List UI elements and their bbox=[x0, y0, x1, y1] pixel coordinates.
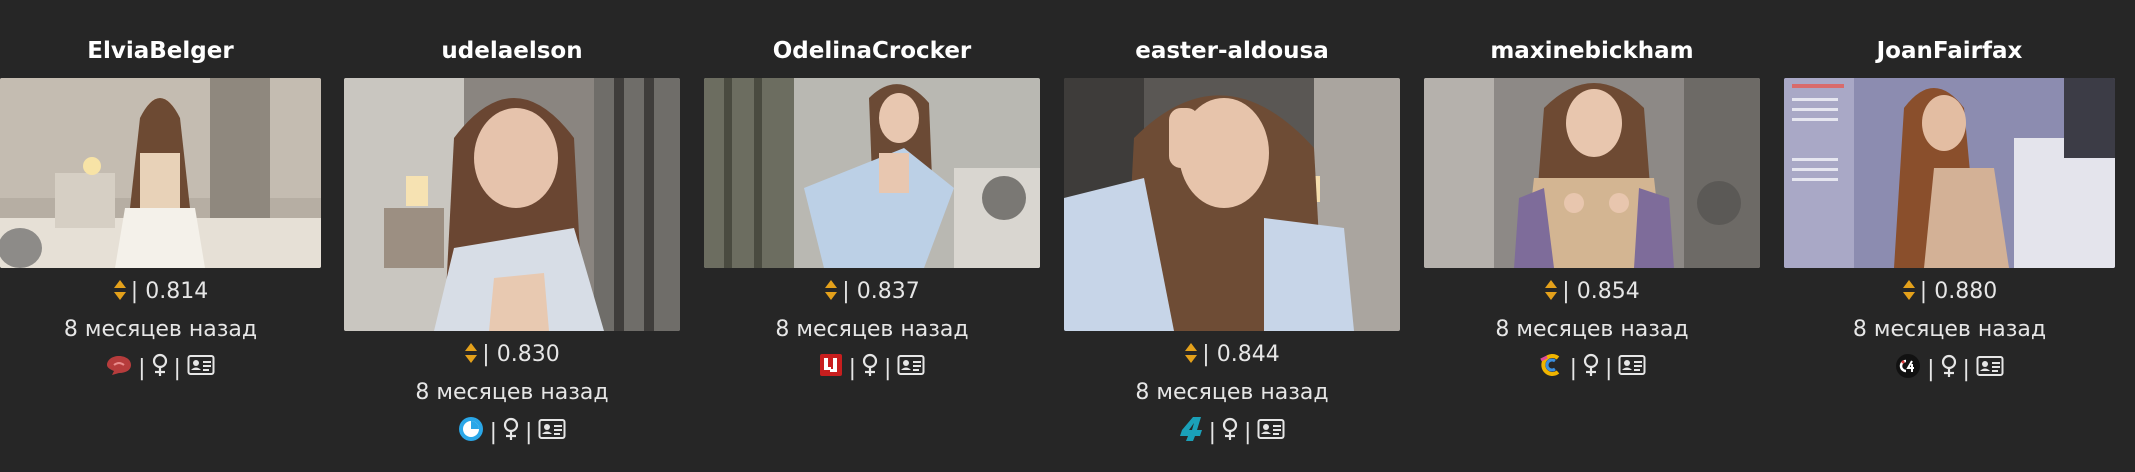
sort-icon[interactable] bbox=[464, 342, 478, 364]
model-thumbnail[interactable] bbox=[1784, 78, 2115, 268]
rainbow-c-logo-icon[interactable] bbox=[1538, 353, 1564, 383]
rating-score: | 0.880 bbox=[1784, 279, 2115, 304]
sort-icon[interactable] bbox=[1184, 342, 1198, 364]
time-ago: 8 месяцев назад bbox=[1852, 317, 2047, 342]
model-username[interactable]: OdelinaCrocker bbox=[704, 38, 1040, 64]
red-square-logo-icon[interactable] bbox=[819, 353, 843, 383]
model-thumbnail[interactable] bbox=[1424, 78, 1760, 268]
score-value: 0.814 bbox=[145, 279, 209, 304]
model-username[interactable]: ElviaBelger bbox=[0, 38, 321, 64]
sort-icon[interactable] bbox=[1544, 279, 1558, 301]
model-username[interactable]: easter-aldousa bbox=[1064, 38, 1400, 64]
time-ago: 8 месяцев назад bbox=[415, 380, 609, 405]
female-icon bbox=[503, 417, 519, 447]
score-value: 0.837 bbox=[856, 279, 920, 304]
model-username[interactable]: maxinebickham bbox=[1424, 38, 1760, 64]
card-icon-row: | | bbox=[1784, 353, 2115, 385]
model-username[interactable]: udelaelson bbox=[344, 38, 680, 64]
rating-score: | 0.844 bbox=[1064, 342, 1400, 367]
rating-score: | 0.830 bbox=[344, 342, 680, 367]
female-icon bbox=[1941, 354, 1957, 384]
rating-score: | 0.854 bbox=[1424, 279, 1760, 304]
id-card-icon[interactable] bbox=[897, 354, 925, 382]
score-value: 0.880 bbox=[1934, 279, 1998, 304]
female-icon bbox=[1583, 353, 1599, 383]
sort-icon[interactable] bbox=[1902, 279, 1916, 301]
model-thumbnail[interactable] bbox=[0, 78, 321, 268]
time-ago: 8 месяцев назад bbox=[1135, 380, 1329, 405]
rating-score: | 0.814 bbox=[0, 279, 321, 304]
id-card-icon[interactable] bbox=[1976, 355, 2004, 383]
card-icon-row: | | bbox=[344, 416, 680, 448]
model-card-row: ElviaBelger | 0.814 8 месяцев назад | | … bbox=[0, 0, 2135, 472]
female-icon bbox=[862, 353, 878, 383]
id-card-icon[interactable] bbox=[538, 418, 566, 446]
female-icon bbox=[1222, 417, 1238, 447]
score-value: 0.844 bbox=[1216, 342, 1280, 367]
model-thumbnail[interactable] bbox=[344, 78, 680, 331]
id-card-icon[interactable] bbox=[1618, 354, 1646, 382]
chat-bubble-red-icon[interactable] bbox=[106, 354, 132, 382]
model-thumbnail[interactable] bbox=[1064, 78, 1400, 331]
time-ago: 8 месяцев назад bbox=[775, 317, 969, 342]
rating-score: | 0.837 bbox=[704, 279, 1040, 304]
teal-4-logo-icon[interactable] bbox=[1179, 416, 1203, 448]
card-icon-row: | | bbox=[1424, 353, 1760, 383]
model-username[interactable]: JoanFairfax bbox=[1784, 38, 2115, 64]
c4-black-logo-icon[interactable] bbox=[1895, 353, 1921, 385]
female-icon bbox=[152, 353, 168, 383]
id-card-icon[interactable] bbox=[187, 354, 215, 382]
score-value: 0.830 bbox=[496, 342, 560, 367]
id-card-icon[interactable] bbox=[1257, 418, 1285, 446]
card-icon-row: | | bbox=[1064, 416, 1400, 448]
circle-blue-icon[interactable] bbox=[458, 416, 484, 448]
card-icon-row: | | bbox=[704, 353, 1040, 383]
sort-icon[interactable] bbox=[113, 279, 127, 301]
time-ago: 8 месяцев назад bbox=[1495, 317, 1689, 342]
score-value: 0.854 bbox=[1576, 279, 1640, 304]
model-thumbnail[interactable] bbox=[704, 78, 1040, 268]
card-icon-row: | | bbox=[0, 353, 321, 383]
time-ago: 8 месяцев назад bbox=[63, 317, 258, 342]
sort-icon[interactable] bbox=[824, 279, 838, 301]
